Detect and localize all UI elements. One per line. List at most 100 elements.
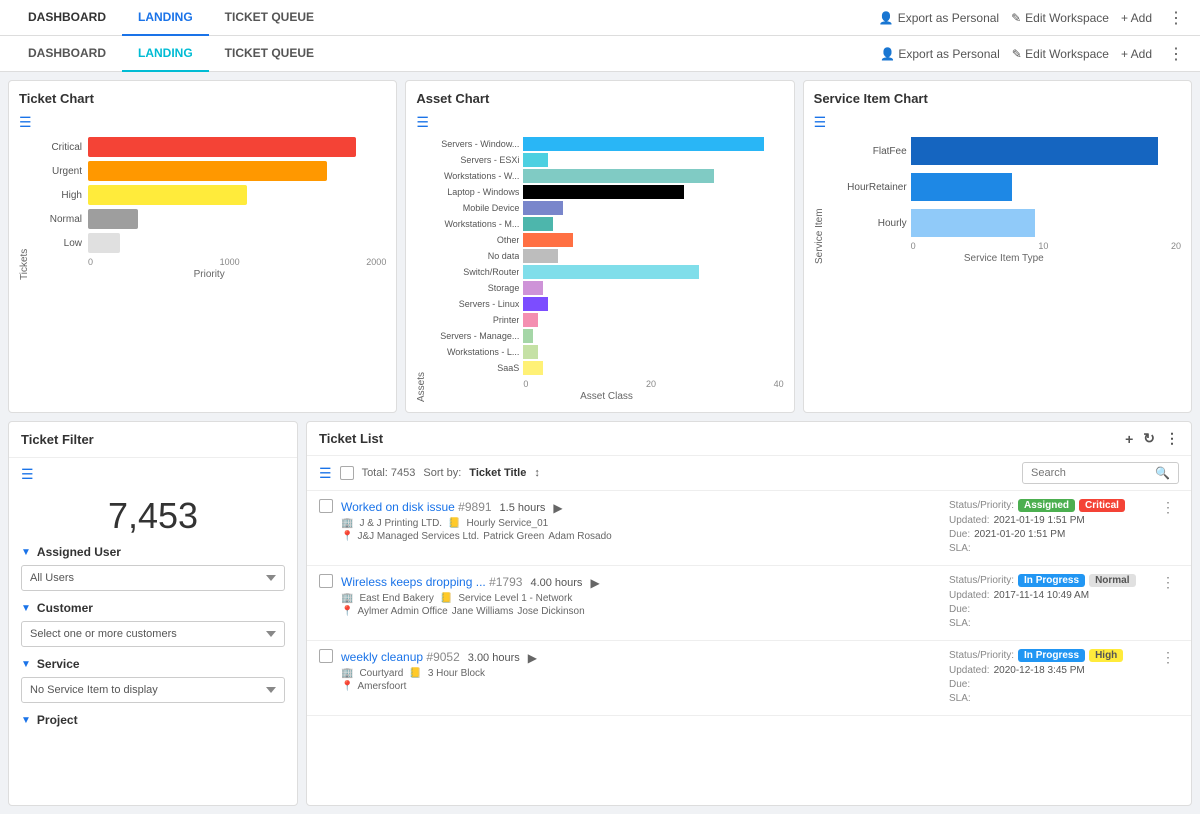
refresh-ticket-button[interactable]: ↻ <box>1143 430 1155 447</box>
location-icon: 📍 <box>341 531 353 542</box>
ticket-title[interactable]: Worked on disk issue #9891 <box>341 500 492 514</box>
ticket-more-button[interactable]: ⋮ <box>1157 574 1179 591</box>
si-bar-label: Hourly <box>827 218 907 229</box>
status-priority-row: Status/Priority: In Progress High <box>949 649 1149 662</box>
updated-date: 2020-12-18 3:45 PM <box>994 665 1085 676</box>
filter-assigned-user-header[interactable]: ▼ Assigned User <box>21 545 285 559</box>
export-icon: 👤 <box>879 11 894 25</box>
filter-customer-header[interactable]: ▼ Customer <box>21 601 285 615</box>
asset-bar-row: Workstations - M... <box>429 217 783 231</box>
sub-nav-landing[interactable]: LANDING <box>122 36 209 72</box>
asset-bar-container <box>523 297 783 311</box>
export-personal-button[interactable]: 👤 Export as Personal <box>879 11 999 25</box>
sort-icon[interactable]: ↕ <box>534 467 540 479</box>
ticket-bar-label: Critical <box>32 142 82 153</box>
assigned-user-select[interactable]: All Users <box>21 565 285 591</box>
ticket-bar <box>88 185 247 205</box>
ticket-meta-row2: 📍Aylmer Admin Office Jane Williams Jose … <box>341 606 941 617</box>
play-button[interactable]: ▶ <box>590 576 599 590</box>
ticket-bar-container <box>88 209 386 229</box>
ticket-main: Worked on disk issue #9891 1.5 hours ▶ 🏢… <box>341 499 941 542</box>
asset-bar <box>523 233 573 247</box>
ticket-checkbox[interactable] <box>319 574 333 588</box>
ticket-more-button[interactable]: ⋮ <box>1157 499 1179 516</box>
top-nav-ticket-queue[interactable]: TICKET QUEUE <box>209 0 330 36</box>
ticket-bar-label: High <box>32 190 82 201</box>
asset-bar-label: Servers - Manage... <box>429 331 519 341</box>
ticket-checkbox[interactable] <box>319 499 333 513</box>
filter-service-label: Service <box>37 657 80 671</box>
sla-label: SLA: <box>949 543 971 554</box>
asset-bar-label: Mobile Device <box>429 203 519 213</box>
add-ticket-button[interactable]: + <box>1125 431 1133 447</box>
asset-bar <box>523 217 553 231</box>
ticket-checkbox[interactable] <box>319 649 333 663</box>
ticket-row: Worked on disk issue #9891 1.5 hours ▶ 🏢… <box>307 491 1191 566</box>
si-bar <box>911 209 1035 237</box>
sort-field-label[interactable]: Ticket Title <box>469 467 526 479</box>
building-icon: 🏢 <box>341 668 353 679</box>
ticket-chart-inner: Tickets Critical Urgent High Normal Low <box>19 137 386 280</box>
ticket-meta-row2: 📍Amersfoort <box>341 681 941 692</box>
more-options-sub[interactable]: ⋮ <box>1164 44 1188 64</box>
asset-bar-row: SaaS <box>429 361 783 375</box>
edit-workspace-sub-button[interactable]: ✎ Edit Workspace <box>1012 47 1109 61</box>
chevron-down-icon-customer: ▼ <box>21 603 31 614</box>
play-button[interactable]: ▶ <box>528 651 537 665</box>
ticket-more-button[interactable]: ⋮ <box>1157 649 1179 666</box>
service-item-chart-filter-icon[interactable]: ☰ <box>814 114 1181 131</box>
asset-bar <box>523 185 683 199</box>
top-nav-dashboard[interactable]: DASHBOARD <box>12 0 122 36</box>
service-select[interactable]: No Service Item to display <box>21 677 285 703</box>
si-bar-label: FlatFee <box>827 146 907 157</box>
status-priority-row: Status/Priority: In Progress Normal <box>949 574 1149 587</box>
filter-assigned-user-label: Assigned User <box>37 545 121 559</box>
play-button[interactable]: ▶ <box>553 501 562 515</box>
ticket-service: Hourly Service_01 <box>467 518 549 529</box>
sub-nav-ticket-queue[interactable]: TICKET QUEUE <box>209 36 330 72</box>
asset-bar-label: Workstations - L... <box>429 347 519 357</box>
ticket-list-more-button[interactable]: ⋮ <box>1165 430 1179 447</box>
service-item-chart-card: Service Item Chart ☰ Service Item FlatFe… <box>803 80 1192 413</box>
ticket-meta-row2: 📍J&J Managed Services Ltd. Patrick Green… <box>341 531 941 542</box>
filter-service-section: ▼ Service No Service Item to display <box>21 657 285 703</box>
asset-chart-x-axis-title: Asset Class <box>429 391 783 402</box>
ticket-status: Status/Priority: In Progress Normal Upda… <box>949 574 1149 632</box>
top-nav-actions: 👤 Export as Personal ✎ Edit Workspace + … <box>879 8 1188 28</box>
sub-nav-dashboard[interactable]: DASHBOARD <box>12 36 122 72</box>
filter-panel-title: Ticket Filter <box>9 422 297 458</box>
asset-bar-row: Switch/Router <box>429 265 783 279</box>
add-sub-button[interactable]: + Add <box>1121 47 1152 61</box>
asset-bar-container <box>523 137 783 151</box>
ticket-meta: 🏢 East End Bakery 📒Service Level 1 - Net… <box>341 593 941 604</box>
ticket-title[interactable]: weekly cleanup #9052 <box>341 650 460 664</box>
asset-bar-container <box>523 281 783 295</box>
ticket-bar-row: Critical <box>32 137 386 157</box>
asset-bar <box>523 361 543 375</box>
asset-bar-row: Servers - Linux <box>429 297 783 311</box>
filter-service-header[interactable]: ▼ Service <box>21 657 285 671</box>
asset-bar-row: No data <box>429 249 783 263</box>
asset-bar-container <box>523 329 783 343</box>
ticket-bar-label: Normal <box>32 214 82 225</box>
ticket-toolbar-filter-icon[interactable]: ☰ <box>319 465 332 482</box>
export-personal-sub-button[interactable]: 👤 Export as Personal <box>880 47 1000 61</box>
asset-bar-row: Servers - ESXi <box>429 153 783 167</box>
asset-bar-container <box>523 233 783 247</box>
edit-workspace-button[interactable]: ✎ Edit Workspace <box>1011 11 1109 25</box>
filter-project-header[interactable]: ▼ Project <box>21 713 285 727</box>
more-options-top[interactable]: ⋮ <box>1164 8 1188 28</box>
ticket-search-input[interactable] <box>1031 467 1151 479</box>
due-label: Due: <box>949 679 970 690</box>
si-bar-container <box>911 137 1181 165</box>
ticket-chart-filter-icon[interactable]: ☰ <box>19 114 386 131</box>
ticket-chart-title: Ticket Chart <box>19 91 386 106</box>
top-nav-landing[interactable]: LANDING <box>122 0 209 36</box>
status-value: Assigned <box>1018 499 1075 512</box>
customer-select[interactable]: Select one or more customers <box>21 621 285 647</box>
filter-panel-icon[interactable]: ☰ <box>21 466 285 483</box>
ticket-title[interactable]: Wireless keeps dropping ... #1793 <box>341 575 522 589</box>
asset-chart-filter-icon[interactable]: ☰ <box>416 114 783 131</box>
select-all-checkbox[interactable] <box>340 466 354 480</box>
add-button-top[interactable]: + Add <box>1121 11 1152 25</box>
